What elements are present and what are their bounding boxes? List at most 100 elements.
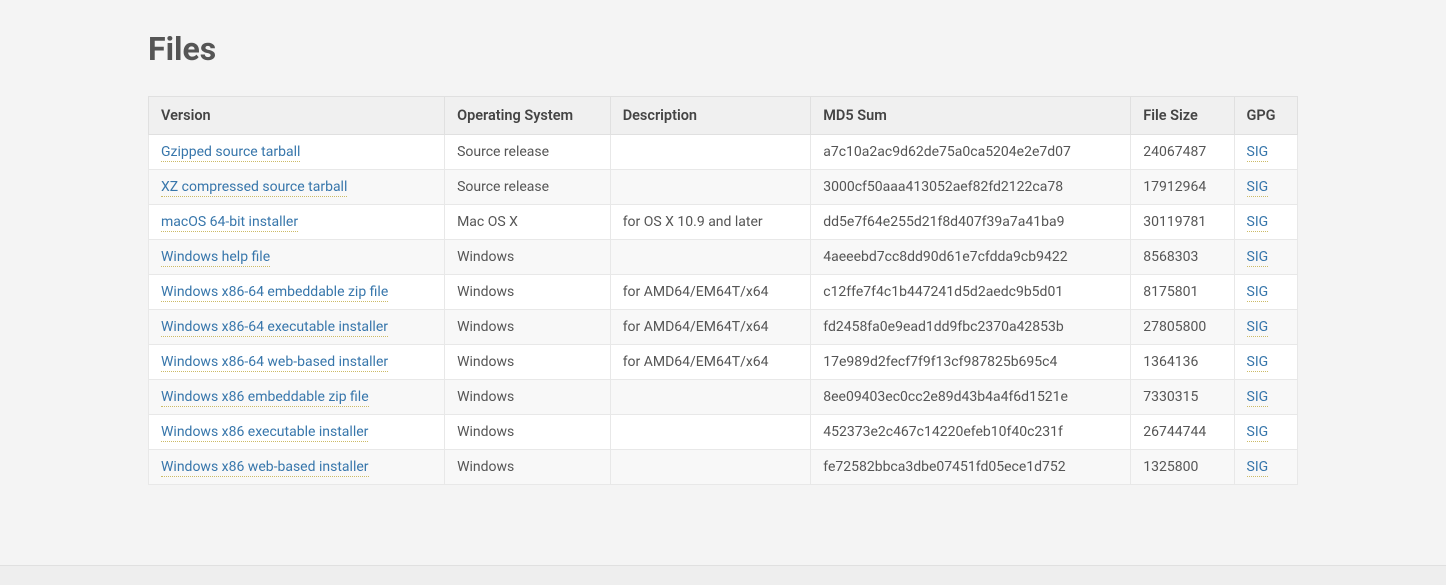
cell-os: Source release (445, 170, 611, 205)
cell-size: 1364136 (1131, 345, 1234, 380)
cell-version: Windows x86-64 embeddable zip file (149, 275, 445, 310)
cell-size: 27805800 (1131, 310, 1234, 345)
cell-os: Windows (445, 240, 611, 275)
cell-md5: dd5e7f64e255d21f8d407f39a7a41ba9 (811, 205, 1131, 240)
cell-gpg: SIG (1234, 135, 1298, 170)
cell-description: for AMD64/EM64T/x64 (610, 345, 811, 380)
cell-description: for OS X 10.9 and later (610, 205, 811, 240)
sig-link[interactable]: SIG (1247, 144, 1269, 162)
cell-size: 24067487 (1131, 135, 1234, 170)
cell-os: Windows (445, 345, 611, 380)
cell-description: for AMD64/EM64T/x64 (610, 310, 811, 345)
version-link[interactable]: Windows x86-64 executable installer (161, 319, 388, 337)
cell-version: macOS 64-bit installer (149, 205, 445, 240)
cell-os: Windows (445, 450, 611, 485)
table-row: Windows help file Windows 4aeeebd7cc8dd90d… (149, 240, 1298, 275)
cell-description (610, 135, 811, 170)
cell-gpg: SIG (1234, 415, 1298, 450)
cell-gpg: SIG (1234, 205, 1298, 240)
table-row: Windows x86-64 web-based installer Window… (149, 345, 1298, 380)
version-link[interactable]: Windows x86 embeddable zip file (161, 389, 369, 407)
cell-md5: c12ffe7f4c1b447241d5d2aedc9b5d01 (811, 275, 1131, 310)
cell-md5: 8ee09403ec0cc2e89d43b4a4f6d1521e (811, 380, 1131, 415)
sig-link[interactable]: SIG (1247, 319, 1269, 337)
cell-md5: fe72582bbca3dbe07451fd05ece1d752 (811, 450, 1131, 485)
cell-gpg: SIG (1234, 380, 1298, 415)
cell-size: 26744744 (1131, 415, 1234, 450)
table-row: macOS 64-bit installer Mac OS Xfor OS X 1… (149, 205, 1298, 240)
table-row: Gzipped source tarball Source release a7c1… (149, 135, 1298, 170)
sig-link[interactable]: SIG (1247, 389, 1269, 407)
sig-link[interactable]: SIG (1247, 214, 1269, 232)
cell-gpg: SIG (1234, 450, 1298, 485)
cell-version: Windows x86 web-based installer (149, 450, 445, 485)
cell-os: Source release (445, 135, 611, 170)
cell-os: Windows (445, 310, 611, 345)
sig-link[interactable]: SIG (1247, 459, 1269, 477)
version-link[interactable]: Windows x86 executable installer (161, 424, 368, 442)
cell-md5: a7c10a2ac9d62de75a0ca5204e2e7d07 (811, 135, 1131, 170)
col-header-version: Version (149, 97, 445, 135)
sig-link[interactable]: SIG (1247, 249, 1269, 267)
cell-description (610, 380, 811, 415)
cell-md5: fd2458fa0e9ead1dd9fbc2370a42853b (811, 310, 1131, 345)
cell-version: Windows help file (149, 240, 445, 275)
sig-link[interactable]: SIG (1247, 179, 1269, 197)
page-title: Files (148, 30, 1298, 68)
cell-description (610, 415, 811, 450)
table-row: Windows x86-64 executable installer Windo… (149, 310, 1298, 345)
cell-os: Windows (445, 275, 611, 310)
cell-description (610, 170, 811, 205)
cell-description (610, 240, 811, 275)
cell-version: Windows x86 executable installer (149, 415, 445, 450)
table-row: Windows x86 embeddable zip file Windows 8e… (149, 380, 1298, 415)
table-row: Windows x86 web-based installer Windows fe… (149, 450, 1298, 485)
cell-size: 1325800 (1131, 450, 1234, 485)
cell-md5: 4aeeebd7cc8dd90d61e7cfdda9cb9422 (811, 240, 1131, 275)
table-row: Windows x86 executable installer Windows 4… (149, 415, 1298, 450)
table-body: Gzipped source tarball Source release a7c1… (149, 135, 1298, 485)
version-link[interactable]: Windows x86-64 web-based installer (161, 354, 388, 372)
sig-link[interactable]: SIG (1247, 354, 1269, 372)
version-link[interactable]: macOS 64-bit installer (161, 214, 298, 232)
cell-size: 8175801 (1131, 275, 1234, 310)
cell-size: 7330315 (1131, 380, 1234, 415)
content-container: Files Version Operating System Descripti… (148, 0, 1298, 565)
col-header-os: Operating System (445, 97, 611, 135)
version-link[interactable]: Windows x86 web-based installer (161, 459, 369, 477)
cell-gpg: SIG (1234, 240, 1298, 275)
version-link[interactable]: XZ compressed source tarball (161, 179, 347, 197)
cell-size: 8568303 (1131, 240, 1234, 275)
col-header-gpg: GPG (1234, 97, 1298, 135)
cell-gpg: SIG (1234, 310, 1298, 345)
cell-md5: 17e989d2fecf7f9f13cf987825b695c4 (811, 345, 1131, 380)
col-header-size: File Size (1131, 97, 1234, 135)
cell-os: Mac OS X (445, 205, 611, 240)
sig-link[interactable]: SIG (1247, 424, 1269, 442)
cell-gpg: SIG (1234, 345, 1298, 380)
col-header-md5: MD5 Sum (811, 97, 1131, 135)
cell-gpg: SIG (1234, 275, 1298, 310)
cell-version: Gzipped source tarball (149, 135, 445, 170)
cell-gpg: SIG (1234, 170, 1298, 205)
cell-os: Windows (445, 380, 611, 415)
cell-md5: 452373e2c467c14220efeb10f40c231f (811, 415, 1131, 450)
cell-version: Windows x86-64 web-based installer (149, 345, 445, 380)
cell-os: Windows (445, 415, 611, 450)
footer-band (0, 565, 1446, 585)
cell-description: for AMD64/EM64T/x64 (610, 275, 811, 310)
version-link[interactable]: Windows x86-64 embeddable zip file (161, 284, 388, 302)
col-header-description: Description (610, 97, 811, 135)
version-link[interactable]: Windows help file (161, 249, 270, 267)
cell-description (610, 450, 811, 485)
cell-md5: 3000cf50aaa413052aef82fd2122ca78 (811, 170, 1131, 205)
table-header: Version Operating System Description MD5… (149, 97, 1298, 135)
cell-size: 30119781 (1131, 205, 1234, 240)
table-row: Windows x86-64 embeddable zip file Window… (149, 275, 1298, 310)
cell-size: 17912964 (1131, 170, 1234, 205)
files-table: Version Operating System Description MD5… (148, 96, 1298, 485)
cell-version: XZ compressed source tarball (149, 170, 445, 205)
cell-version: Windows x86 embeddable zip file (149, 380, 445, 415)
sig-link[interactable]: SIG (1247, 284, 1269, 302)
version-link[interactable]: Gzipped source tarball (161, 144, 300, 162)
